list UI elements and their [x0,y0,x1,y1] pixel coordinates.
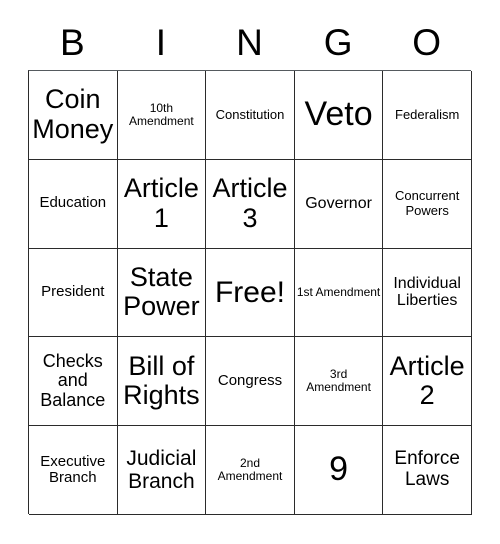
bingo-cell-r1c5[interactable]: Federalism [383,71,472,160]
header-letter-g: G [323,21,353,63]
bingo-cell-r3c2[interactable]: State Power [117,248,207,338]
bingo-cell-label: Veto [304,95,373,134]
bingo-cell-label: Federalism [395,106,460,122]
bingo-cell-r5c2[interactable]: Judicial Branch [117,426,207,515]
bingo-cell-r5c3[interactable]: 2nd Amendment [206,426,295,515]
bingo-cell-free-space[interactable]: Free! [206,248,295,338]
header-letter-n: N [236,21,263,63]
bingo-cell-r2c3[interactable]: Article 3 [206,159,295,249]
bingo-card: B I N G O Coin Money 10th Amendment Cons… [28,14,472,515]
bingo-cell-r3c5[interactable]: Individual Liberties [383,248,472,338]
bingo-cell-label: Constitution [215,106,285,122]
bingo-cell-label: Concurrent Powers [395,188,460,218]
bingo-cell-label: State Power [123,261,200,322]
bingo-cell-r4c3[interactable]: Congress [206,337,295,427]
bingo-cell-label: Article 3 [212,173,288,233]
bingo-cell-r2c2[interactable]: Article 1 [117,159,207,249]
header-letter-b: B [59,21,85,63]
header-letter-o: O [412,21,442,63]
bingo-header-row: B I N G O [28,14,471,70]
bingo-cell-r3c1[interactable]: President [29,248,118,338]
bingo-cell-r2c5[interactable]: Concurrent Powers [383,159,472,249]
bingo-cell-label: Article 2 [389,350,465,411]
bingo-cell-label: 10th Amendment [129,100,194,128]
bingo-cell-label: Bill of Rights [123,350,200,411]
header-letter-i: I [155,21,167,63]
bingo-cell-label: 2nd Amendment [217,455,283,484]
bingo-cell-label: President [41,283,105,301]
bingo-cell-r3c4[interactable]: 1st Amendment [294,248,384,338]
bingo-cell-r1c4[interactable]: Veto [294,71,384,160]
bingo-cell-label: Executive Branch [40,452,106,487]
bingo-cell-label: Governor [305,194,372,212]
bingo-cell-label: Free! [214,275,285,309]
bingo-cell-r5c5[interactable]: Enforce Laws [383,426,472,515]
bingo-cell-r4c4[interactable]: 3rd Amendment [294,337,384,427]
bingo-cell-label: Checks and Balance [40,350,106,411]
bingo-cell-label: Congress [217,372,283,390]
bingo-cell-label: 1st Amendment [296,284,381,299]
bingo-cell-label: Enforce Laws [394,448,460,491]
bingo-cell-r1c2[interactable]: 10th Amendment [117,71,207,160]
bingo-cell-r4c1[interactable]: Checks and Balance [29,337,118,427]
bingo-grid: Coin Money 10th Amendment Constitution V… [28,70,472,515]
bingo-cell-label: Judicial Branch [126,446,197,494]
bingo-cell-label: Coin Money [32,84,114,144]
bingo-cell-r4c2[interactable]: Bill of Rights [117,337,207,427]
bingo-cell-label: 9 [329,450,349,489]
bingo-cell-label: Article 1 [123,173,199,233]
bingo-cell-r5c1[interactable]: Executive Branch [29,426,118,515]
bingo-cell-r1c3[interactable]: Constitution [206,71,295,160]
bingo-cell-r2c1[interactable]: Education [29,159,118,249]
bingo-cell-r5c4[interactable]: 9 [294,426,384,515]
bingo-cell-label: Individual Liberties [393,274,461,310]
bingo-cell-label: Education [39,194,107,212]
bingo-cell-r2c4[interactable]: Governor [294,159,384,249]
bingo-cell-r4c5[interactable]: Article 2 [383,337,472,427]
bingo-cell-label: 3rd Amendment [306,367,371,395]
bingo-cell-r1c1[interactable]: Coin Money [29,71,118,160]
